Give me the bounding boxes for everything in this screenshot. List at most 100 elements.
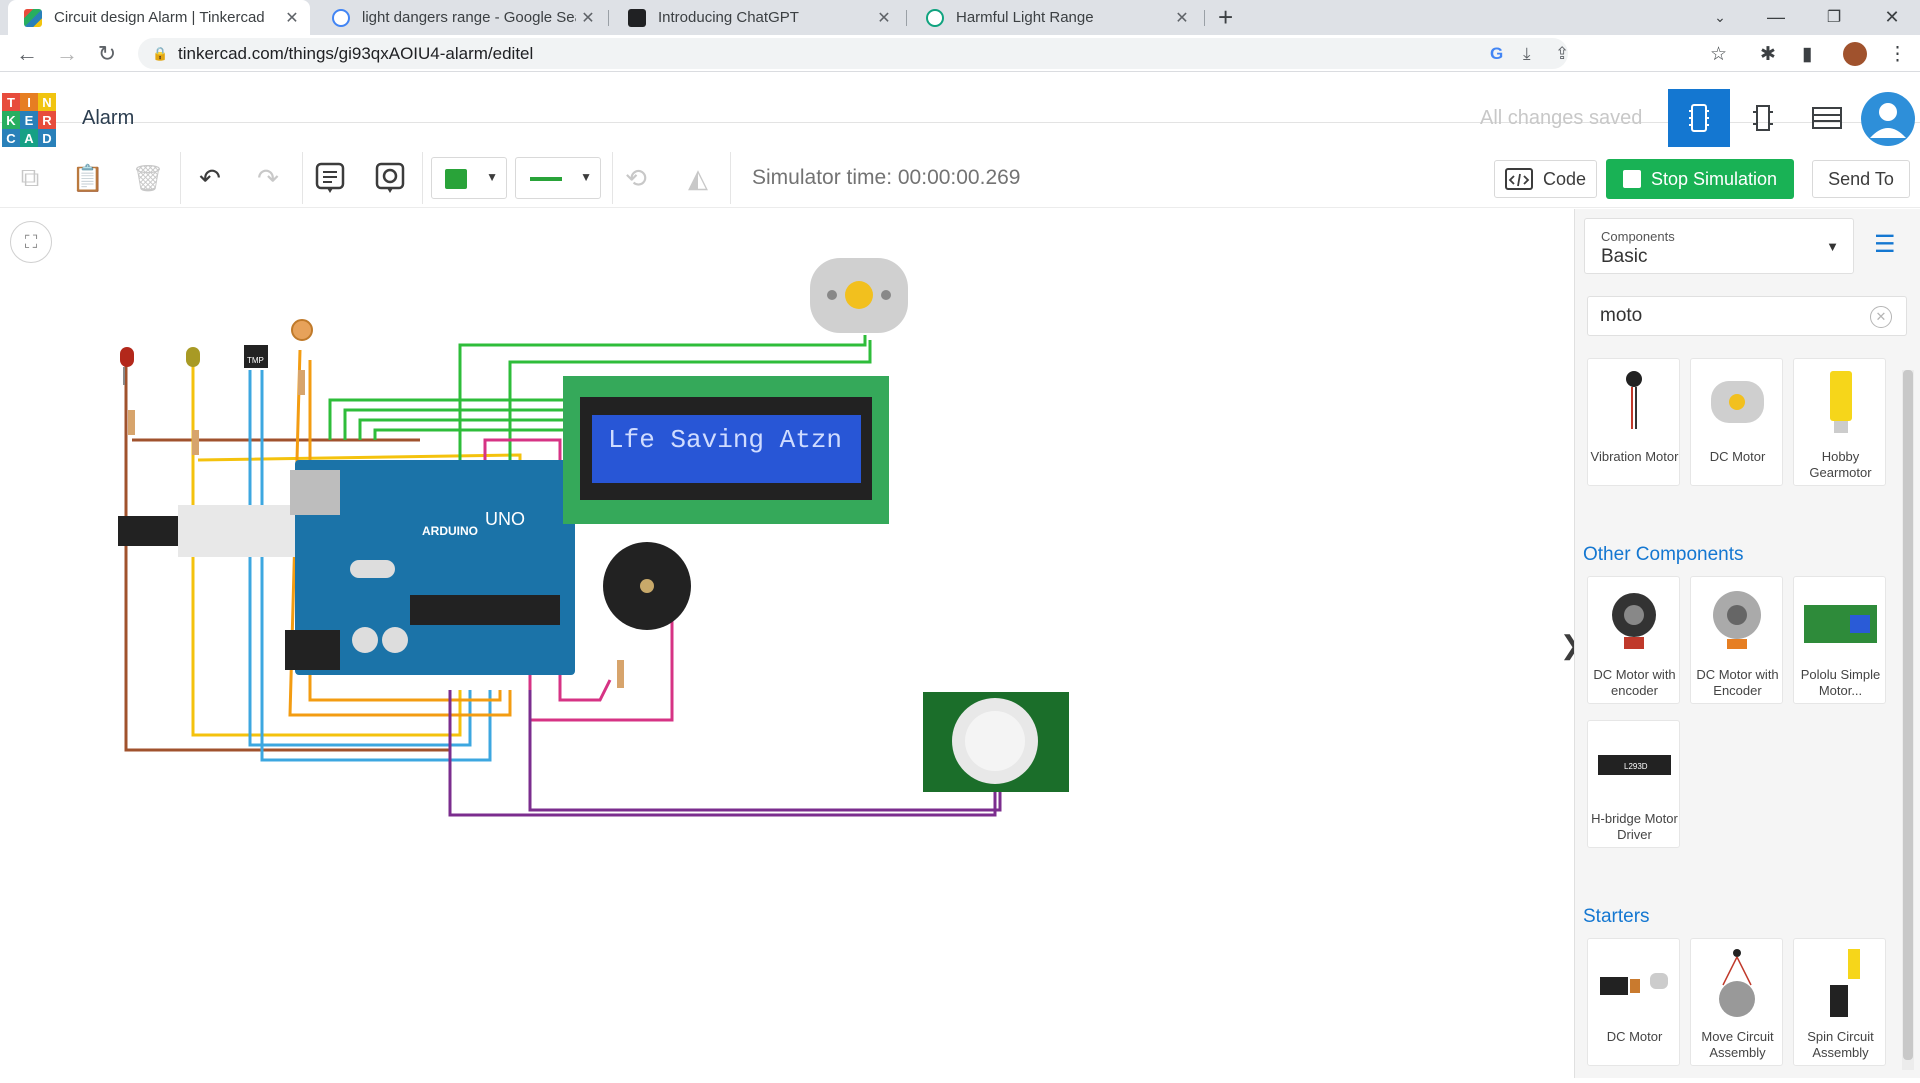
save-status: All changes saved [1480, 107, 1643, 129]
install-icon[interactable]: ⤓ [1523, 38, 1531, 69]
bookmark-star-icon[interactable]: ☆ [1710, 43, 1727, 66]
logo-letter: N [38, 93, 56, 111]
new-tab-icon[interactable]: + [1218, 4, 1233, 30]
rotate-icon[interactable]: ⟲ [618, 160, 654, 196]
components-dropdown[interactable]: Components Basic ▼ [1584, 218, 1854, 274]
code-icon [1504, 168, 1533, 190]
sensor-label: TMP [247, 356, 264, 365]
component-card[interactable]: L293D H-bridge Motor Driver [1587, 720, 1680, 848]
address-bar-row: ← → ↻ 🔒 tinkercad.com/things/gi93qxAOIU4… [0, 35, 1920, 72]
expand-icon: ⛶ [24, 231, 38, 252]
component-card[interactable]: DC Motor with encoder [1587, 576, 1680, 704]
google-icon[interactable]: G [1490, 38, 1503, 69]
user-avatar[interactable] [1861, 92, 1915, 146]
panel-scrollbar[interactable] [1902, 370, 1914, 1070]
close-icon[interactable]: ✕ [280, 8, 304, 28]
browser-tab-google[interactable]: light dangers range - Google Sea ✕ [316, 0, 606, 35]
url-bar[interactable]: 🔒 tinkercad.com/things/gi93qxAOIU4-alarm… [138, 38, 1569, 69]
component-name: Pololu Simple Motor... [1800, 667, 1881, 698]
wire-purple[interactable] [448, 690, 997, 817]
user-icon [1870, 103, 1906, 138]
simulator-time: Simulator time: 00:00:00.269 [752, 166, 1021, 189]
tab-title: Circuit design Alarm | Tinkercad [54, 9, 265, 26]
mirror-icon[interactable]: ◭ [680, 160, 716, 196]
tab-separator [906, 10, 907, 26]
paste-icon[interactable]: 📋 [70, 160, 106, 196]
tinkercad-logo[interactable]: T I N K E R C A D [2, 93, 56, 147]
browser-tab-harmful-light[interactable]: Harmful Light Range ✕ [910, 0, 1200, 35]
component-card[interactable]: Hobby Gearmotor [1793, 358, 1886, 486]
visibility-icon[interactable] [372, 160, 408, 196]
starter-card[interactable]: Spin Circuit Assembly [1793, 938, 1886, 1066]
logo-letter: K [2, 111, 20, 129]
logo-letter: C [2, 129, 20, 147]
wire-color-dropdown[interactable]: ▼ [431, 157, 507, 199]
profile-avatar[interactable] [1843, 42, 1867, 66]
close-icon[interactable]: ✕ [1170, 8, 1194, 28]
browser-tab-chatgpt[interactable]: Introducing ChatGPT ✕ [612, 0, 902, 35]
close-icon[interactable]: ✕ [872, 8, 896, 28]
pir-sensor[interactable] [923, 692, 1069, 792]
usb-plug [118, 505, 298, 557]
wire-type-dropdown[interactable]: ▼ [515, 157, 601, 199]
components-label: Components [1601, 229, 1675, 244]
piezo-buzzer[interactable] [603, 542, 691, 688]
list-view-icon[interactable]: ☰ [1874, 230, 1896, 259]
circuit-canvas[interactable]: TMP ARDUINO UNO Lfe Saving Atzn [0, 209, 1574, 1078]
code-button[interactable]: Code [1494, 160, 1597, 198]
component-search-input[interactable]: moto [1587, 296, 1907, 336]
redo-icon[interactable]: ↷ [250, 160, 286, 196]
reload-icon[interactable]: ↻ [92, 39, 122, 69]
side-panel-icon[interactable]: ▮ [1802, 43, 1812, 66]
vibration-motor-icon [1626, 371, 1642, 429]
extensions-icon[interactable]: ✱ [1760, 43, 1776, 66]
component-card[interactable]: Vibration Motor [1587, 358, 1680, 486]
stop-simulation-button[interactable]: Stop Simulation [1606, 159, 1794, 199]
fit-view-button[interactable]: ⛶ [10, 221, 52, 263]
delete-icon[interactable]: 🗑 [130, 160, 166, 196]
back-icon[interactable]: ← [12, 39, 42, 69]
undo-icon[interactable]: ↶ [192, 160, 228, 196]
schematic-view-button[interactable] [1732, 89, 1794, 147]
restore-icon[interactable]: ❐ [1808, 0, 1860, 35]
starter-card[interactable]: DC Motor [1587, 938, 1680, 1066]
motor-encoder-icon [1612, 593, 1656, 649]
starter-card[interactable]: Move Circuit Assembly [1690, 938, 1783, 1066]
temperature-sensor[interactable]: TMP [244, 345, 268, 368]
caret-down-icon: ▼ [580, 170, 592, 184]
scrollbar-thumb[interactable] [1903, 370, 1913, 1060]
dc-motor-starter-icon [1600, 973, 1668, 995]
browser-tab-tinkercad[interactable]: Circuit design Alarm | Tinkercad ✕ [8, 0, 310, 35]
notes-icon[interactable] [312, 160, 348, 196]
tab-search-icon[interactable]: ⌄ [1694, 0, 1746, 35]
component-name: DC Motor [1709, 449, 1766, 464]
logo-letter: T [2, 93, 20, 111]
share-icon[interactable]: ⇪ [1555, 38, 1569, 69]
project-name[interactable]: Alarm [82, 107, 134, 130]
toolbar-divider [180, 152, 181, 204]
forward-icon[interactable]: → [52, 39, 82, 69]
arduino-uno[interactable]: ARDUINO UNO [285, 460, 575, 675]
caret-down-icon: ▼ [486, 170, 498, 184]
minimize-icon[interactable]: — [1750, 0, 1802, 35]
browser-tab-strip: Circuit design Alarm | Tinkercad ✕ light… [0, 0, 1920, 35]
lcd-display[interactable]: Lfe Saving Atzn [563, 376, 889, 524]
table-icon [1812, 107, 1842, 129]
circuit-view-button[interactable] [1668, 89, 1730, 147]
component-card[interactable]: DC Motor [1690, 358, 1783, 486]
logo-letter: D [38, 129, 56, 147]
wire-green[interactable] [343, 408, 565, 440]
component-card[interactable]: DC Motor with Encoder [1690, 576, 1783, 704]
copy-icon[interactable]: ⧉ [12, 160, 48, 196]
component-list-button[interactable] [1796, 89, 1858, 147]
menu-kebab-icon[interactable]: ⋮ [1888, 43, 1907, 66]
dc-motor[interactable] [810, 258, 908, 333]
chatgpt-favicon-icon [628, 8, 646, 27]
toolbar-divider [302, 152, 303, 204]
component-card[interactable]: Pololu Simple Motor... [1793, 576, 1886, 704]
url-text: tinkercad.com/things/gi93qxAOIU4-alarm/e… [178, 44, 534, 63]
clear-search-icon[interactable]: ✕ [1870, 306, 1892, 328]
window-close-icon[interactable]: ✕ [1866, 0, 1918, 35]
close-icon[interactable]: ✕ [576, 8, 600, 28]
send-to-button[interactable]: Send To [1812, 160, 1910, 198]
